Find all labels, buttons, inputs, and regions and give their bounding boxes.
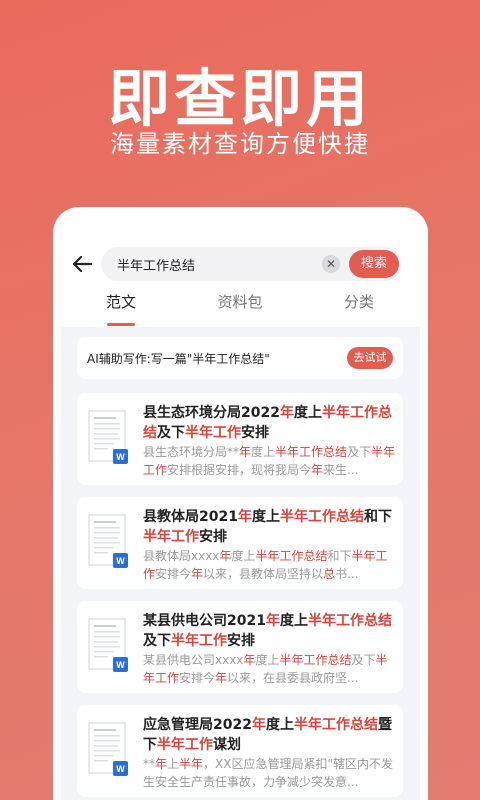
title-text: 安排 <box>199 529 227 545</box>
title-text: 县生态环境分局2022 <box>143 405 280 421</box>
search-bar: 半年工作总结 ✕ 搜索 <box>53 247 428 281</box>
result-snippet: 县教体局xxxx年度上半年工作总结和下半年工作安排今年以来，县教体局坚持以总书.… <box>143 547 399 583</box>
snippet-text: 安排根据安排，现将我局今 <box>167 463 312 477</box>
svg-text:W: W <box>116 556 125 566</box>
snippet-text: 度上 <box>251 445 276 459</box>
ai-writing-banner[interactable]: AI辅助写作:写一篇"半年工作总结" 去试试 <box>77 337 403 379</box>
title-text: 度上 <box>293 405 322 421</box>
ai-banner-text: AI辅助写作:写一篇"半年工作总结" <box>87 352 270 366</box>
snippet-text: 书... <box>335 567 359 581</box>
word-document-icon: W <box>87 409 131 467</box>
title-text: 安排 <box>241 425 269 441</box>
snippet-highlight: 年 <box>311 463 324 477</box>
snippet-text: 及下 <box>351 653 376 667</box>
word-document-icon: W <box>87 513 131 571</box>
snippet-text: 安排今 <box>155 567 192 581</box>
phone-screen: 半年工作总结 ✕ 搜索 范文 资料包 分类 AI辅助写作:写一篇"半年工作总结"… <box>53 207 428 800</box>
snippet-highlight: 年 <box>155 757 168 771</box>
title-highlight: 年 <box>279 405 294 421</box>
snippet-text: 及下 <box>347 445 372 459</box>
snippet-highlight: 年 <box>239 445 252 459</box>
title-text: 安排 <box>227 633 255 649</box>
snippet-highlight: 年 <box>215 671 228 685</box>
title-highlight: 半年工作 <box>143 529 199 545</box>
title-highlight: 年 <box>265 613 280 629</box>
word-document-icon: W <box>87 617 131 675</box>
title-text: 某县供电公司2021 <box>143 613 266 629</box>
snippet-highlight: 半年工作总结 <box>275 445 348 459</box>
snippet-text: 安排今 <box>179 671 216 685</box>
title-text: 及下 <box>157 425 185 441</box>
result-card[interactable]: W 县教体局2021年度上半年工作总结和下半年工作安排 县教体局xxxx年度上半年工… <box>77 497 403 589</box>
svg-text:W: W <box>116 452 125 462</box>
tab-fenlei[interactable]: 分类 <box>319 291 399 312</box>
tab-ziliaobao[interactable]: 资料包 <box>200 291 280 312</box>
snippet-highlight: 年 <box>219 549 232 563</box>
result-card[interactable]: W 某县供电公司2021年度上半年工作总结及下半年工作安排 某县供电公司xxxx年度… <box>77 601 403 693</box>
result-snippet: 县生态环境分局**年度上半年工作总结及下半年工作安排根据安排，现将我局今年来生.… <box>143 443 399 479</box>
snippet-text: 度上 <box>255 653 280 667</box>
title-text: 度上 <box>279 613 308 629</box>
snippet-text: 以来，县教体局坚持以 <box>203 567 324 581</box>
title-highlight: 年 <box>237 509 252 525</box>
result-title: 县生态环境分局2022年度上半年工作总结及下半年工作安排 <box>143 403 399 443</box>
title-text: 度上 <box>251 509 280 525</box>
result-snippet: **年上半年，XX区应急管理局紧扣"辖区内不发生安全生产责任事故，力争减少突发意… <box>143 755 399 791</box>
result-snippet: 某县供电公司xxxx年度上半年工作总结及下半年工作安排今年以来，在县委县政府坚.… <box>143 651 399 687</box>
snippet-highlight: 半年工作总结 <box>279 653 352 667</box>
result-title: 应急管理局2022年度上半年工作总结暨下半年工作谋划 <box>143 715 399 755</box>
active-tab-indicator <box>107 323 135 326</box>
title-highlight: 半年工作总结 <box>307 613 392 629</box>
title-highlight: 半年工作 <box>171 633 227 649</box>
snippet-text: 以来，在县委县政府坚... <box>227 671 359 685</box>
svg-text:W: W <box>116 764 125 774</box>
title-text: 及下 <box>143 633 171 649</box>
title-text: 县教体局2021 <box>143 509 238 525</box>
snippet-text: ** <box>143 757 155 771</box>
title-text: 谋划 <box>213 737 241 753</box>
snippet-text: 上 <box>167 757 180 771</box>
search-box[interactable]: 半年工作总结 ✕ 搜索 <box>101 247 401 281</box>
snippet-highlight: 半年工作总结 <box>255 549 328 563</box>
title-text: 应急管理局2022 <box>143 717 252 733</box>
snippet-highlight: 年 <box>191 567 204 581</box>
result-title: 某县供电公司2021年度上半年工作总结及下半年工作安排 <box>143 611 399 651</box>
title-highlight: 年 <box>251 717 266 733</box>
snippet-highlight: 总 <box>323 567 336 581</box>
results-list: AI辅助写作:写一篇"半年工作总结" 去试试 W 县生态环境分局2022年度上半年… <box>61 327 420 800</box>
try-button[interactable]: 去试试 <box>347 347 393 369</box>
title-highlight: 半年工作总结 <box>293 717 378 733</box>
snippet-text: 县教体局xxxx <box>143 549 220 563</box>
hero-subtitle: 海量素材查询方便快捷 <box>110 130 370 158</box>
title-text: 度上 <box>265 717 294 733</box>
svg-text:W: W <box>116 660 125 670</box>
snippet-text: 来生... <box>323 463 359 477</box>
result-title: 县教体局2021年度上半年工作总结和下半年工作安排 <box>143 507 399 547</box>
snippet-text: 某县供电公司xxxx <box>143 653 244 667</box>
tab-bar: 范文 资料包 分类 <box>53 291 428 327</box>
title-highlight: 半年工作 <box>157 737 213 753</box>
search-input[interactable]: 半年工作总结 <box>117 255 195 274</box>
search-button[interactable]: 搜索 <box>349 250 399 278</box>
clear-icon[interactable]: ✕ <box>322 255 340 273</box>
title-highlight: 半年工作总结 <box>279 509 364 525</box>
snippet-text: 度上 <box>231 549 256 563</box>
snippet-text: 县生态环境分局** <box>143 445 240 459</box>
title-highlight: 半年工作 <box>185 425 241 441</box>
word-document-icon: W <box>87 721 131 779</box>
snippet-highlight: 半年 <box>179 757 204 771</box>
title-text: 和下 <box>363 509 392 525</box>
back-arrow-icon[interactable] <box>69 251 95 277</box>
result-card[interactable]: W 县生态环境分局2022年度上半年工作总结及下半年工作安排 县生态环境分局**年度… <box>77 393 403 485</box>
snippet-text: 和下 <box>327 549 352 563</box>
result-card[interactable]: W 应急管理局2022年度上半年工作总结暨下半年工作谋划 **年上半年，XX区应急管… <box>77 705 403 797</box>
tab-fanwen[interactable]: 范文 <box>81 291 161 312</box>
snippet-highlight: 年 <box>243 653 256 667</box>
